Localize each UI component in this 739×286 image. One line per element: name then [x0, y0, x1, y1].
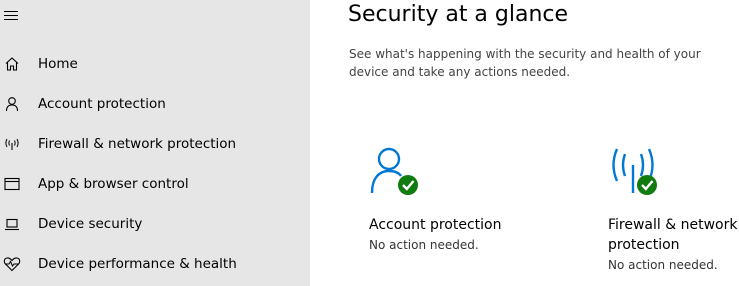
sidebar-item-label: Device security [38, 216, 143, 232]
person-check-icon [369, 145, 421, 197]
sidebar-item-app-browser[interactable]: App & browser control [0, 164, 310, 204]
page-title: Security at a glance [348, 2, 569, 27]
sidebar-item-firewall[interactable]: Firewall & network protection [0, 124, 310, 164]
card-title: Firewall & network protection [608, 217, 738, 253]
hamburger-menu-icon[interactable] [4, 6, 20, 26]
card-title: Account protection [369, 217, 502, 233]
sidebar-item-home[interactable]: Home [0, 44, 310, 84]
sidebar-item-label: Account protection [38, 96, 166, 112]
security-app-window: Home Account protection Firewall & netwo… [0, 0, 739, 286]
sidebar-item-account-protection[interactable]: Account protection [0, 84, 310, 124]
sidebar-item-label: App & browser control [38, 176, 189, 192]
person-icon [3, 95, 21, 113]
sidebar-item-label: Device performance & health [38, 256, 237, 272]
sidebar-item-label: Firewall & network protection [38, 136, 237, 152]
home-icon [3, 55, 21, 73]
sidebar: Home Account protection Firewall & netwo… [0, 0, 310, 286]
heart-pulse-icon [3, 255, 21, 273]
sidebar-item-device-security[interactable]: Device security [0, 204, 310, 244]
card-firewall-network-protection[interactable]: Firewall & network protection No action … [608, 145, 739, 280]
laptop-icon [3, 215, 21, 233]
card-status: No action needed. [369, 238, 479, 252]
antenna-check-icon [608, 145, 660, 197]
antenna-icon [3, 135, 21, 153]
sidebar-item-label: Home [38, 56, 78, 72]
page-subtitle: See what's happening with the security a… [349, 47, 701, 79]
sidebar-item-device-performance[interactable]: Device performance & health [0, 244, 310, 284]
browser-window-icon [3, 175, 21, 193]
main-content: Security at a glance See what's happenin… [310, 0, 739, 286]
card-account-protection[interactable]: Account protection No action needed. [369, 145, 559, 265]
card-status: No action needed. [608, 258, 718, 272]
